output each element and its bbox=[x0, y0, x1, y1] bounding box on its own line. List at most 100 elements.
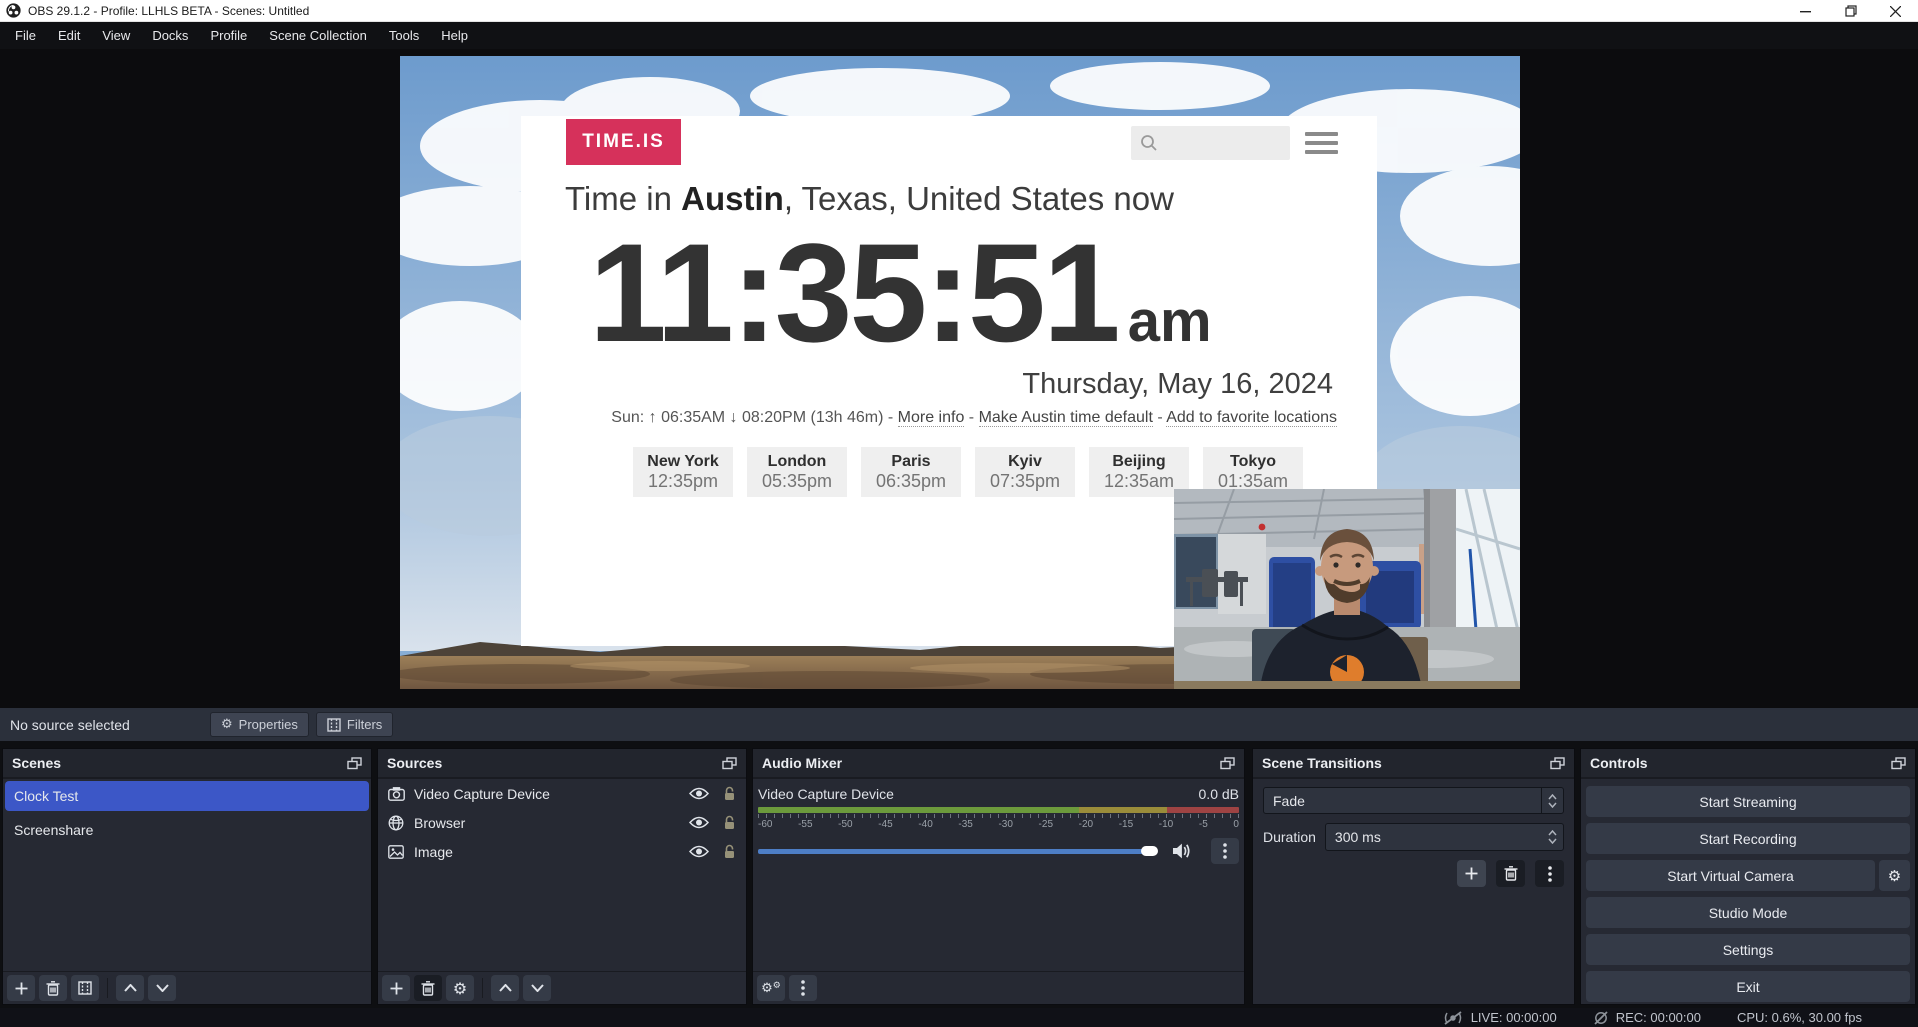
popout-icon[interactable] bbox=[1550, 757, 1565, 770]
city-time-card[interactable]: Paris 06:35pm bbox=[861, 447, 961, 497]
city-time: 07:35pm bbox=[975, 471, 1075, 492]
city-time: 12:35pm bbox=[633, 471, 733, 492]
cpu-fps-stats: CPU: 0.6%, 30.00 fps bbox=[1737, 1010, 1862, 1025]
control-button[interactable]: Start Streaming bbox=[1586, 786, 1910, 817]
add-scene-button[interactable] bbox=[7, 975, 35, 1001]
source-list-item[interactable]: Browser bbox=[378, 808, 746, 837]
control-button[interactable]: Exit bbox=[1586, 971, 1910, 1002]
source-properties-button[interactable]: ⚙ bbox=[446, 975, 474, 1001]
transitions-title: Scene Transitions bbox=[1262, 755, 1382, 771]
timeis-link[interactable]: Make Austin time default bbox=[979, 409, 1153, 427]
mixer-menu-button[interactable] bbox=[789, 975, 817, 1001]
timeis-logo[interactable]: TIME.IS bbox=[566, 119, 681, 165]
move-source-up-button[interactable] bbox=[491, 975, 519, 1001]
virtual-camera-config-button[interactable]: ⚙ bbox=[1879, 860, 1910, 891]
lock-icon[interactable] bbox=[723, 815, 736, 830]
control-button[interactable]: Studio Mode bbox=[1586, 897, 1910, 928]
spinner-arrows-icon[interactable] bbox=[1541, 824, 1563, 850]
scene-filters-button[interactable] bbox=[71, 975, 99, 1001]
timeis-link[interactable]: Add to favorite locations bbox=[1166, 409, 1337, 427]
timeis-search-input[interactable] bbox=[1131, 126, 1290, 160]
obs-logo-icon bbox=[6, 3, 21, 18]
scene-list-item[interactable]: Screenshare bbox=[5, 815, 369, 845]
speaker-icon[interactable] bbox=[1172, 842, 1192, 860]
remove-scene-button[interactable] bbox=[39, 975, 67, 1001]
meter-tick-label: -20 bbox=[1079, 819, 1093, 830]
timeis-clock: 11:35:51am bbox=[589, 212, 1212, 374]
city-name: Kyiv bbox=[975, 453, 1075, 471]
scene-transitions-dock: Scene Transitions Fade Duration 300 ms bbox=[1252, 748, 1575, 1005]
transition-menu-button[interactable] bbox=[1535, 860, 1564, 887]
webcam-video-source[interactable] bbox=[1174, 489, 1520, 689]
close-button[interactable] bbox=[1873, 0, 1918, 22]
meter-tick-label: -40 bbox=[918, 819, 932, 830]
volume-meter bbox=[758, 807, 1239, 813]
volume-slider-handle[interactable] bbox=[1141, 846, 1158, 856]
source-list-item[interactable]: Image bbox=[378, 837, 746, 866]
properties-button[interactable]: ⚙ Properties bbox=[210, 712, 309, 737]
visibility-eye-icon[interactable] bbox=[689, 816, 709, 829]
menu-item[interactable]: File bbox=[4, 22, 47, 49]
menu-item[interactable]: Profile bbox=[199, 22, 258, 49]
sources-title: Sources bbox=[387, 755, 442, 771]
menu-item[interactable]: Edit bbox=[47, 22, 91, 49]
status-bar: LIVE: 00:00:00 REC: 00:00:00 CPU: 0.6%, … bbox=[0, 1008, 1918, 1027]
scene-list-item[interactable]: Clock Test bbox=[5, 781, 369, 811]
lock-icon[interactable] bbox=[723, 786, 736, 801]
meter-tick-label: -60 bbox=[758, 819, 772, 830]
source-list-item[interactable]: Video Capture Device bbox=[378, 779, 746, 808]
visibility-eye-icon[interactable] bbox=[689, 787, 709, 800]
menu-item[interactable]: Scene Collection bbox=[258, 22, 378, 49]
city-time: 05:35pm bbox=[747, 471, 847, 492]
city-time-card[interactable]: Kyiv 07:35pm bbox=[975, 447, 1075, 497]
city-time-card[interactable]: New York 12:35pm bbox=[633, 447, 733, 497]
popout-icon[interactable] bbox=[1891, 757, 1906, 770]
restore-button[interactable] bbox=[1828, 0, 1873, 22]
live-timer: LIVE: 00:00:00 bbox=[1471, 1010, 1557, 1025]
controls-title: Controls bbox=[1590, 755, 1648, 771]
advanced-audio-button[interactable]: ⚙⚙ bbox=[757, 975, 785, 1001]
scenes-title: Scenes bbox=[12, 755, 61, 771]
filters-button[interactable]: Filters bbox=[316, 712, 393, 737]
remove-source-button[interactable] bbox=[414, 975, 442, 1001]
transition-select[interactable]: Fade bbox=[1263, 787, 1564, 814]
control-button[interactable]: Start Recording bbox=[1586, 823, 1910, 854]
duration-input[interactable]: 300 ms bbox=[1325, 823, 1564, 851]
control-button[interactable]: Settings bbox=[1586, 934, 1910, 965]
rec-timer: REC: 00:00:00 bbox=[1616, 1010, 1701, 1025]
move-scene-up-button[interactable] bbox=[116, 975, 144, 1001]
popout-icon[interactable] bbox=[347, 757, 362, 770]
volume-slider[interactable] bbox=[758, 849, 1144, 854]
menu-item[interactable]: Tools bbox=[378, 22, 430, 49]
city-time-card[interactable]: London 05:35pm bbox=[747, 447, 847, 497]
move-source-down-button[interactable] bbox=[523, 975, 551, 1001]
program-canvas[interactable]: TIME.IS Time in Austin, Texas, United St… bbox=[400, 56, 1520, 689]
minimize-button[interactable] bbox=[1783, 0, 1828, 22]
menu-item[interactable]: View bbox=[91, 22, 141, 49]
popout-icon[interactable] bbox=[1220, 757, 1235, 770]
lock-icon[interactable] bbox=[723, 844, 736, 859]
remove-transition-button[interactable] bbox=[1496, 860, 1525, 887]
titlebar: OBS 29.1.2 - Profile: LLHLS BETA - Scene… bbox=[0, 0, 1918, 22]
menu-item[interactable]: Help bbox=[430, 22, 479, 49]
no-source-selected-label: No source selected bbox=[10, 717, 210, 733]
meter-scale: -60 -55 -50 -45 -40 -35 -30 -25 -20 -15 … bbox=[758, 819, 1239, 830]
hamburger-menu-icon[interactable] bbox=[1305, 132, 1338, 154]
image-icon bbox=[387, 843, 405, 861]
controls-dock: Controls Start Streaming ⚙ Start Recordi… bbox=[1580, 748, 1916, 1005]
select-arrows-icon bbox=[1541, 788, 1563, 813]
preview-area: TIME.IS Time in Austin, Texas, United St… bbox=[0, 49, 1918, 708]
move-scene-down-button[interactable] bbox=[148, 975, 176, 1001]
scenes-dock: Scenes Clock Test Screenshare bbox=[2, 748, 372, 1005]
meter-tick-label: -55 bbox=[798, 819, 812, 830]
add-transition-button[interactable] bbox=[1457, 860, 1486, 887]
menu-item[interactable]: Docks bbox=[141, 22, 199, 49]
source-context-bar: No source selected ⚙ Properties Filters bbox=[0, 708, 1918, 741]
mixer-channel-menu-button[interactable] bbox=[1211, 838, 1239, 864]
duration-label: Duration bbox=[1263, 829, 1316, 845]
popout-icon[interactable] bbox=[722, 757, 737, 770]
control-button[interactable]: Start Virtual Camera bbox=[1586, 860, 1875, 891]
timeis-link[interactable]: More info bbox=[898, 409, 965, 427]
add-source-button[interactable] bbox=[382, 975, 410, 1001]
visibility-eye-icon[interactable] bbox=[689, 845, 709, 858]
